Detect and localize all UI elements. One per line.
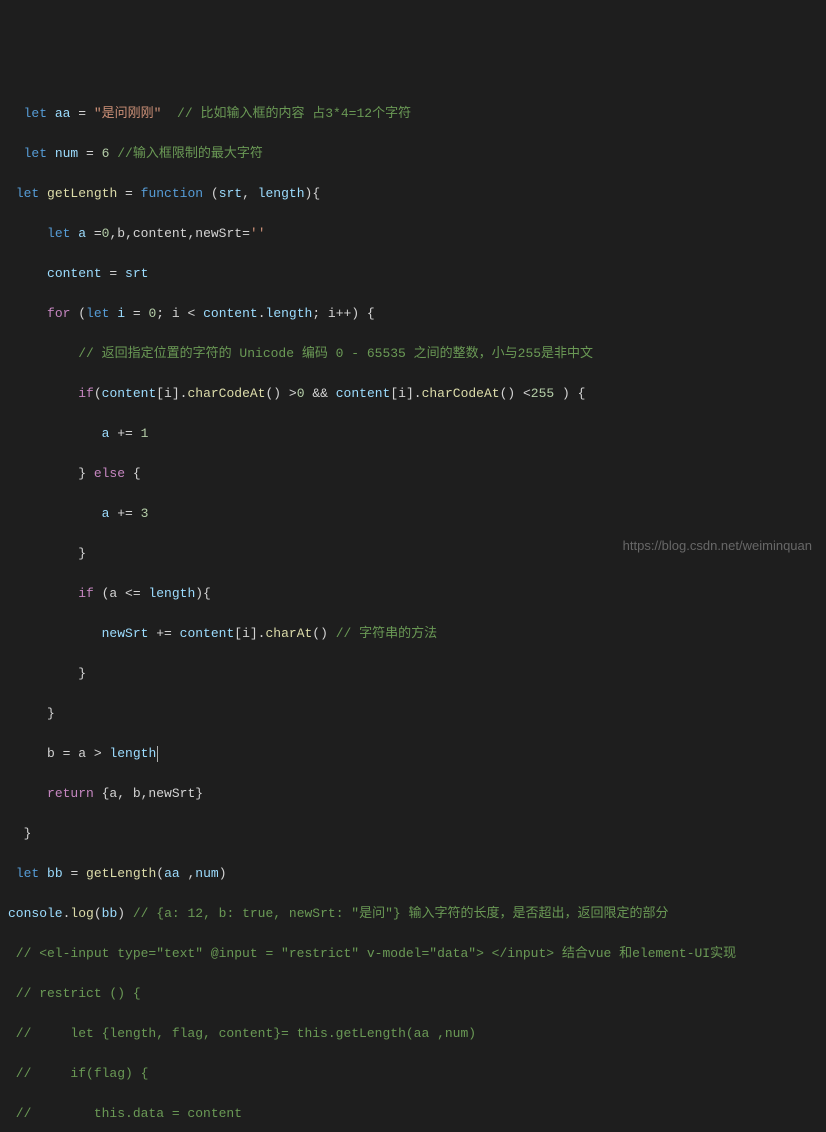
code-line: a += 3 [8,504,826,524]
code-line: } [8,704,826,724]
code-line: if(content[i].charCodeAt() >0 && content… [8,384,826,404]
code-line: // <el-input type="text" @input = "restr… [8,944,826,964]
code-line: // this.data = content [8,1104,826,1124]
code-line: newSrt += content[i].charAt() // 字符串的方法 [8,624,826,644]
code-line: a += 1 [8,424,826,444]
code-line: // if(flag) { [8,1064,826,1084]
code-line: let bb = getLength(aa ,num) [8,864,826,884]
code-line: return {a, b,newSrt} [8,784,826,804]
code-line: b = a > length [8,744,826,764]
code-line: console.log(bb) // {a: 12, b: true, newS… [8,904,826,924]
code-line: let aa = "是问刚刚" // 比如输入框的内容 占3*4=12个字符 [8,104,826,124]
code-line: // restrict () { [8,984,826,1004]
code-line: // let {length, flag, content}= this.get… [8,1024,826,1044]
code-line: let num = 6 //输入框限制的最大字符 [8,144,826,164]
code-line: let getLength = function (srt, length){ [8,184,826,204]
code-line: } else { [8,464,826,484]
code-line: if (a <= length){ [8,584,826,604]
watermark: https://blog.csdn.net/weiminquan [623,536,812,556]
code-line: } [8,664,826,684]
code-line: // 返回指定位置的字符的 Unicode 编码 0 - 65535 之间的整数… [8,344,826,364]
code-line: let a =0,b,content,newSrt='' [8,224,826,244]
code-editor[interactable]: let aa = "是问刚刚" // 比如输入框的内容 占3*4=12个字符 l… [8,84,826,1132]
cursor-icon [157,746,158,762]
code-line: } [8,824,826,844]
code-line: content = srt [8,264,826,284]
code-line: for (let i = 0; i < content.length; i++)… [8,304,826,324]
